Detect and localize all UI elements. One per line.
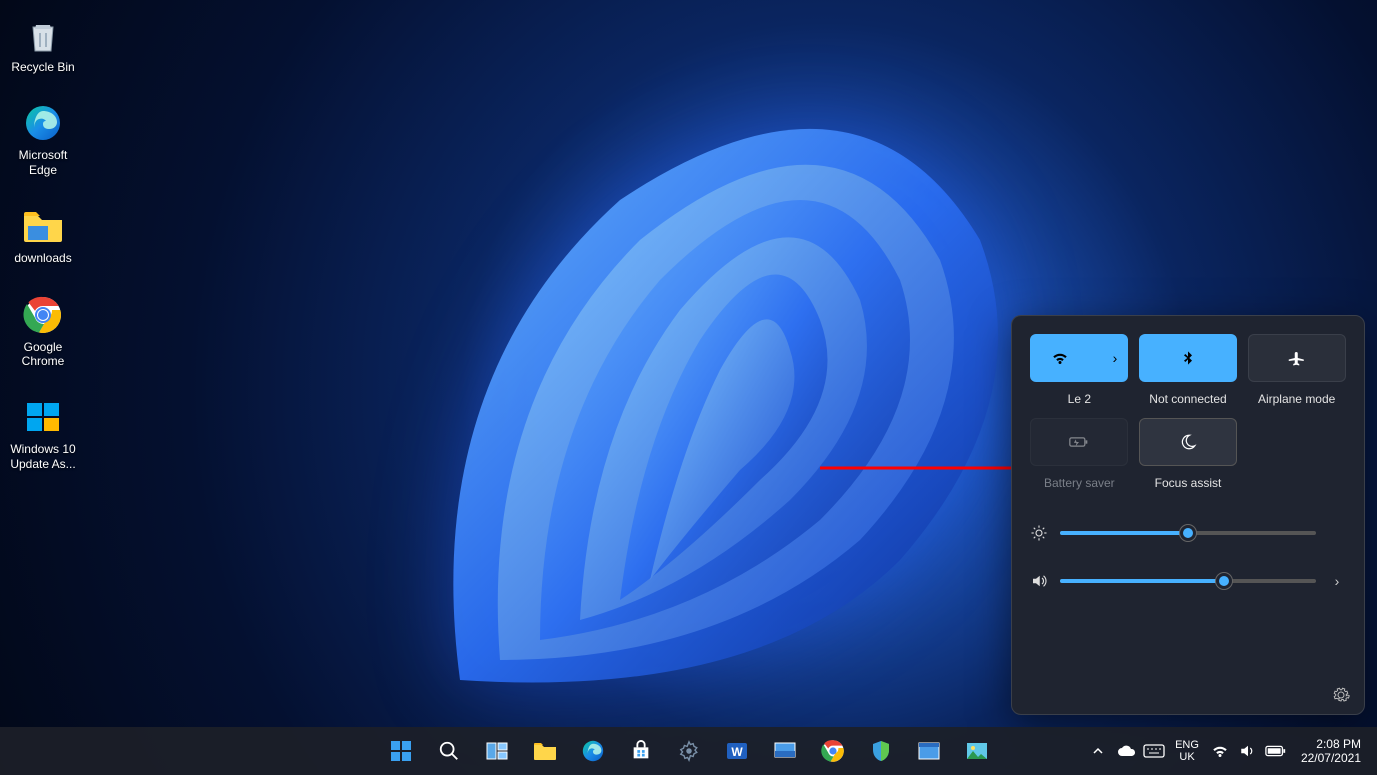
windows-start-icon	[389, 739, 413, 763]
language-line1: ENG	[1175, 739, 1199, 751]
photos-icon	[965, 741, 989, 761]
taskbar: W ENG UK	[0, 727, 1377, 775]
qs-focus-assist-button[interactable]	[1139, 418, 1237, 466]
volume-icon	[1239, 743, 1257, 759]
tray-overflow-button[interactable]	[1087, 740, 1109, 762]
brightness-slider[interactable]	[1060, 531, 1316, 535]
bluetooth-icon	[1180, 349, 1196, 367]
airplane-icon	[1288, 349, 1306, 367]
window-icon	[917, 741, 941, 761]
settings-taskbar-button[interactable]	[669, 731, 709, 771]
desktop-icon-google-chrome[interactable]: Google Chrome	[4, 290, 82, 373]
qs-airplane-button[interactable]	[1248, 334, 1346, 382]
keyboard-icon	[1143, 744, 1165, 758]
quick-settings-panel: › Le 2 Not connected Airplane mode Batte…	[1011, 315, 1365, 715]
language-indicator[interactable]: ENG UK	[1171, 739, 1203, 763]
volume-icon	[1030, 572, 1048, 590]
wifi-icon	[1211, 743, 1229, 759]
edge-icon	[581, 739, 605, 763]
clock-date: 22/07/2021	[1301, 751, 1361, 765]
chrome-icon	[821, 739, 845, 763]
desktop-icon-recycle-bin[interactable]: Recycle Bin	[4, 10, 82, 78]
folder-icon	[22, 205, 64, 247]
task-view-button[interactable]	[477, 731, 517, 771]
edge-icon	[22, 102, 64, 144]
shield-icon	[870, 739, 892, 763]
store-button[interactable]	[621, 731, 661, 771]
qs-wifi-button[interactable]: ›	[1030, 334, 1128, 382]
qs-bluetooth-label: Not connected	[1149, 392, 1226, 406]
qs-bluetooth-button[interactable]	[1139, 334, 1237, 382]
monitor-icon	[773, 741, 797, 761]
app-button-1[interactable]	[765, 731, 805, 771]
desktop-icon-downloads[interactable]: downloads	[4, 201, 82, 269]
language-line2: UK	[1179, 751, 1194, 763]
tray-onedrive-button[interactable]	[1115, 740, 1137, 762]
taskbar-center: W	[381, 731, 997, 771]
security-button[interactable]	[861, 731, 901, 771]
brightness-slider-row: ›	[1030, 524, 1346, 542]
file-explorer-button[interactable]	[525, 731, 565, 771]
brightness-icon	[1030, 524, 1048, 542]
volume-slider-row: ›	[1030, 572, 1346, 590]
quick-settings-settings-button[interactable]	[1332, 686, 1350, 704]
task-view-icon	[485, 740, 509, 762]
chrome-taskbar-button[interactable]	[813, 731, 853, 771]
tray-volume-button[interactable]	[1237, 740, 1259, 762]
desktop-icon-label: Microsoft Edge	[4, 148, 82, 177]
gear-icon	[678, 740, 700, 762]
photos-button[interactable]	[957, 731, 997, 771]
search-button[interactable]	[429, 731, 469, 771]
volume-slider[interactable]	[1060, 579, 1316, 583]
clock-button[interactable]: 2:08 PM 22/07/2021	[1293, 737, 1369, 766]
search-icon	[438, 740, 460, 762]
desktop-icon-label: downloads	[14, 251, 71, 265]
system-tray: ENG UK 2:08 PM 22/07/2021	[1087, 737, 1369, 766]
qs-wifi-label: Le 2	[1068, 392, 1091, 406]
file-explorer-icon	[532, 740, 558, 762]
battery-icon	[1265, 744, 1287, 758]
battery-saver-icon	[1069, 435, 1089, 449]
qs-airplane-label: Airplane mode	[1258, 392, 1335, 406]
tray-keyboard-button[interactable]	[1143, 740, 1165, 762]
chevron-right-icon: ›	[1113, 350, 1118, 366]
tray-wifi-button[interactable]	[1209, 740, 1231, 762]
desktop-icon-windows-update[interactable]: Windows 10 Update As...	[4, 392, 82, 475]
qs-battery-saver-button	[1030, 418, 1128, 466]
edge-taskbar-button[interactable]	[573, 731, 613, 771]
cloud-icon	[1116, 744, 1136, 758]
windows-update-icon	[22, 396, 64, 438]
moon-icon	[1179, 433, 1197, 451]
volume-flyout-button[interactable]: ›	[1328, 573, 1346, 589]
app-button-2[interactable]	[909, 731, 949, 771]
word-icon: W	[725, 739, 749, 763]
chevron-up-icon	[1092, 745, 1104, 757]
qs-focus-assist-label: Focus assist	[1155, 476, 1222, 490]
store-icon	[630, 740, 652, 762]
desktop-icons-area: Recycle Bin Microsoft Edge downloads Goo…	[4, 10, 82, 475]
clock-time: 2:08 PM	[1316, 737, 1361, 751]
chrome-icon	[22, 294, 64, 336]
recycle-bin-icon	[22, 14, 64, 56]
start-button[interactable]	[381, 731, 421, 771]
word-button[interactable]: W	[717, 731, 757, 771]
wifi-icon	[1051, 349, 1069, 367]
tray-battery-button[interactable]	[1265, 740, 1287, 762]
gear-icon	[1332, 686, 1350, 704]
desktop-icon-label: Windows 10 Update As...	[4, 442, 82, 471]
desktop-icon-microsoft-edge[interactable]: Microsoft Edge	[4, 98, 82, 181]
svg-text:W: W	[731, 745, 743, 759]
wallpaper-bloom-graphic	[340, 80, 1040, 720]
desktop-icon-label: Recycle Bin	[11, 60, 74, 74]
desktop-icon-label: Google Chrome	[4, 340, 82, 369]
qs-battery-saver-label: Battery saver	[1044, 476, 1115, 490]
